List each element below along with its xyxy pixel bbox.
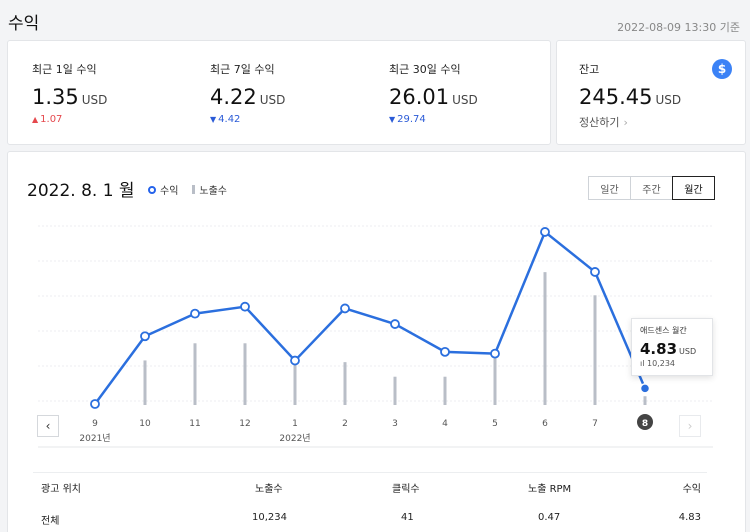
table-header: 노출 RPM xyxy=(528,484,572,495)
impressions-bar xyxy=(193,343,197,405)
year-label: 2022년 xyxy=(279,433,310,444)
tooltip-value: 4.83 xyxy=(640,340,678,358)
impressions-icon: ıl xyxy=(640,359,645,368)
revenue-stats-card: 최근 1일 수익 1.35 USD ▲ 1.07 최근 7일 수익 4.22 USD … xyxy=(7,40,551,145)
revenue-chart: 9 10 11 12 1 2 3 4 5 6 7 82021년 2022년 xyxy=(38,225,713,448)
stat-1day: 최근 1일 수익 1.35 USD ▲ 1.07 xyxy=(32,61,107,125)
x-tick-label: 2 xyxy=(342,419,348,429)
revenue-point xyxy=(140,331,150,342)
table-cell: 41 xyxy=(401,512,414,523)
stat-delta: 1.07 xyxy=(40,114,63,125)
impressions-bar xyxy=(243,343,247,405)
tooltip-label: 애드센스 월간 xyxy=(640,326,687,335)
impressions-bar xyxy=(543,272,547,405)
page-title: 수익 xyxy=(8,14,40,34)
stat-value: 4.22 xyxy=(210,85,257,109)
x-tick-label: 7 xyxy=(592,419,598,429)
stat-unit: USD xyxy=(81,93,108,107)
timestamp: 2022-08-09 13:30 기준 xyxy=(617,21,740,34)
impressions-bar xyxy=(293,363,297,405)
impressions-bar xyxy=(643,396,647,405)
x-tick-label: 3 xyxy=(392,419,398,429)
table-header: 광고 위치 xyxy=(41,484,81,495)
revenue-point xyxy=(390,319,400,329)
stat-unit: USD xyxy=(452,93,478,107)
revenue-point xyxy=(440,346,450,357)
settle-link[interactable]: 정산하기 › xyxy=(579,114,681,130)
up-arrow-icon: ▲ xyxy=(32,115,39,124)
table-header: 클릭수 xyxy=(392,484,420,495)
table-header-row: 광고 위치 노출수 클릭수 노출 RPM 수익 xyxy=(8,480,747,504)
impressions-bar xyxy=(393,376,397,405)
table-cell: 전체 xyxy=(41,516,60,527)
revenue-point xyxy=(240,301,250,312)
revenue-point xyxy=(90,399,100,409)
table-header: 수익 xyxy=(682,484,701,495)
down-arrow-icon: ▼ xyxy=(389,115,396,124)
stat-label: 최근 1일 수익 xyxy=(32,63,97,76)
table-header: 노출수 xyxy=(255,484,283,495)
impressions-bar xyxy=(343,362,347,405)
prev-button[interactable]: ‹ xyxy=(37,415,59,437)
balance-value: 245.45 xyxy=(579,85,653,109)
down-arrow-icon: ▼ xyxy=(210,115,217,124)
stat-7day: 최근 7일 수익 4.22 USD ▼ 4.42 xyxy=(210,61,285,125)
revenue-point xyxy=(190,308,200,319)
revenue-point xyxy=(540,227,550,237)
revenue-line xyxy=(93,230,647,405)
impressions-bar xyxy=(493,351,497,405)
balance-label: 잔고 xyxy=(579,63,600,76)
revenue-point xyxy=(290,355,300,366)
impressions-bar xyxy=(593,295,597,405)
revenue-point xyxy=(490,348,500,359)
chart-card: 2022. 8. 1 월 수익 노출수 일간 주간 월간 9 10 11 12 1 2 3 4… xyxy=(7,151,746,532)
x-tick-label: 1 xyxy=(292,419,298,429)
x-tick-label: 8 xyxy=(642,419,648,429)
revenue-point xyxy=(590,267,600,277)
table-cell: 10,234 xyxy=(252,512,287,523)
table-row: 전체 10,234 41 0.47 4.83 xyxy=(8,512,747,532)
stat-delta: 4.42 xyxy=(218,114,241,125)
stat-label: 최근 30일 수익 xyxy=(389,63,461,76)
stat-value: 1.35 xyxy=(32,85,79,109)
next-button[interactable]: › xyxy=(679,415,701,437)
tab-monthly[interactable]: 월간 xyxy=(672,176,715,200)
revenue-point xyxy=(340,303,350,314)
selected-point xyxy=(639,383,651,394)
year-label: 2021년 xyxy=(79,433,110,444)
table-cell: 0.47 xyxy=(538,512,561,523)
stat-30day: 최근 30일 수익 26.01 USD ▼ 29.74 xyxy=(389,61,478,125)
x-tick-label: 5 xyxy=(492,419,498,429)
x-tick-label: 6 xyxy=(542,419,548,429)
tooltip-unit: USD xyxy=(679,347,697,356)
x-tick-label: 12 xyxy=(239,419,250,429)
x-tick-label: 4 xyxy=(442,419,448,429)
x-tick-label: 10 xyxy=(139,419,151,429)
stat-value: 26.01 xyxy=(389,85,450,109)
dollar-icon: $ xyxy=(712,59,732,79)
x-tick-label: 11 xyxy=(189,419,200,429)
x-tick-label: 9 xyxy=(92,419,98,429)
stat-delta: 29.74 xyxy=(397,114,426,125)
impressions-bar xyxy=(143,360,147,405)
chart-tooltip: 애드센스 월간 4.83 USD ıl 10,234 xyxy=(631,318,713,376)
balance-unit: USD xyxy=(655,93,682,107)
stat-unit: USD xyxy=(259,93,286,107)
impressions-bar xyxy=(443,376,447,405)
chevron-right-icon: › xyxy=(623,116,628,129)
stat-label: 최근 7일 수익 xyxy=(210,63,275,76)
table-cell: 4.83 xyxy=(678,512,701,523)
tooltip-impressions: 10,234 xyxy=(647,359,675,368)
balance-card: 잔고 245.45 USD 정산하기 › $ xyxy=(556,40,746,145)
